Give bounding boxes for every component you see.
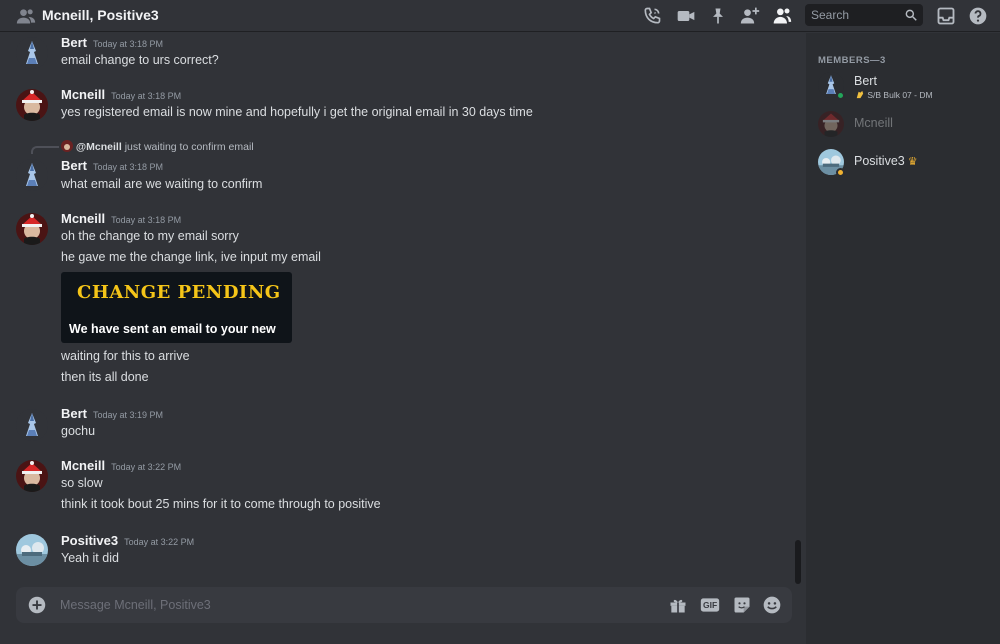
message-timestamp: Today at 3:18 PM [93, 39, 164, 49]
avatar[interactable] [16, 213, 48, 245]
voice-call-icon[interactable] [642, 6, 662, 26]
member-list-icon[interactable] [772, 6, 792, 26]
avatar[interactable] [16, 534, 48, 566]
message-author[interactable]: Mcneill Today at 3:18 PM [61, 211, 181, 226]
message-text: gochu [61, 424, 96, 438]
message-timestamp: Today at 3:19 PM [93, 410, 164, 420]
pinned-messages-icon[interactable] [708, 6, 728, 26]
message-author[interactable]: Mcneill Today at 3:22 PM [61, 458, 181, 473]
reply-preview[interactable]: @Mcneill just waiting to confirm email [61, 140, 254, 153]
channel-header: Mcneill, Positive3 Search [0, 0, 1000, 32]
avatar[interactable] [16, 460, 48, 492]
message-text: what email are we waiting to confirm [61, 177, 263, 191]
reply-text: just waiting to confirm email [124, 141, 254, 153]
message-list: Bert Today at 3:18 PM email change to urs… [0, 33, 797, 644]
message-timestamp: Today at 3:22 PM [111, 462, 182, 472]
message-composer: GIF [16, 587, 792, 623]
owner-crown-icon: ♛ [907, 156, 918, 168]
reply-avatar-icon [61, 140, 73, 152]
message-author[interactable]: Bert Today at 3:18 PM [61, 35, 163, 50]
video-call-icon[interactable] [676, 6, 696, 26]
idle-status-icon [836, 168, 845, 177]
group-dm-icon [16, 9, 36, 24]
gif-button[interactable]: GIF [700, 595, 720, 615]
message-text: waiting for this to arrive [61, 349, 190, 363]
message-text: oh the change to my email sorry [61, 229, 239, 243]
message-timestamp: Today at 3:18 PM [111, 91, 182, 101]
upload-plus-icon[interactable] [28, 596, 46, 614]
image-subtext: We have sent an email to your new [69, 322, 276, 336]
member-name: Positive3 ♛ [854, 154, 918, 168]
message-text: yes registered email is now mine and hop… [61, 105, 533, 119]
member-name: Mcneill [854, 116, 893, 130]
inbox-icon[interactable] [936, 6, 956, 26]
sticker-icon[interactable] [732, 595, 752, 615]
image-heading: CHANGE PENDING [77, 282, 281, 303]
search-icon [905, 9, 917, 21]
reply-connector [31, 146, 59, 154]
member-custom-status: S/B Bulk 07 - DM [854, 89, 933, 100]
message-text: Yeah it did [61, 551, 119, 565]
emoji-icon[interactable] [762, 595, 782, 615]
message-timestamp: Today at 3:18 PM [93, 162, 164, 172]
search-input[interactable]: Search [805, 4, 923, 26]
image-attachment[interactable]: CHANGE PENDING We have sent an email to … [61, 272, 292, 343]
message-timestamp: Today at 3:22 PM [124, 537, 195, 547]
message-text: then its all done [61, 370, 149, 384]
member-list-heading: MEMBERS—3 [818, 55, 886, 66]
message-text: so slow [61, 476, 103, 490]
help-icon[interactable] [968, 6, 988, 26]
channel-title: Mcneill, Positive3 [42, 7, 159, 23]
member-list: MEMBERS—3 Bert S/B Bulk 07 - DM Mcneill … [806, 33, 1000, 644]
custom-status-emoji-icon [856, 90, 864, 99]
reply-mention[interactable]: @Mcneill [76, 141, 122, 153]
message-timestamp: Today at 3:18 PM [111, 215, 182, 225]
message-author[interactable]: Bert Today at 3:18 PM [61, 158, 163, 173]
gift-icon[interactable] [668, 595, 688, 615]
avatar[interactable] [16, 89, 48, 121]
message-author[interactable]: Positive3 Today at 3:22 PM [61, 533, 194, 548]
message-author[interactable]: Mcneill Today at 3:18 PM [61, 87, 181, 102]
add-friends-to-dm-icon[interactable] [740, 6, 760, 26]
avatar[interactable] [16, 37, 48, 69]
message-text: email change to urs correct? [61, 53, 219, 67]
member-item[interactable]: Mcneill [816, 107, 996, 143]
member-name: Bert [854, 74, 877, 88]
message-text: he gave me the change link, ive input my… [61, 250, 321, 264]
avatar[interactable] [16, 159, 48, 191]
chat-scrollbar[interactable] [795, 540, 801, 584]
member-item[interactable]: Positive3 ♛ [816, 145, 996, 181]
avatar [818, 111, 844, 137]
message-text: think it took bout 25 mins for it to com… [61, 497, 381, 511]
avatar[interactable] [16, 409, 48, 441]
message-input[interactable] [60, 596, 620, 614]
gif-label: GIF [703, 600, 718, 610]
online-status-icon [836, 91, 845, 100]
search-placeholder: Search [811, 8, 850, 22]
member-item[interactable]: Bert S/B Bulk 07 - DM [816, 68, 996, 104]
message-author[interactable]: Bert Today at 3:19 PM [61, 406, 163, 421]
